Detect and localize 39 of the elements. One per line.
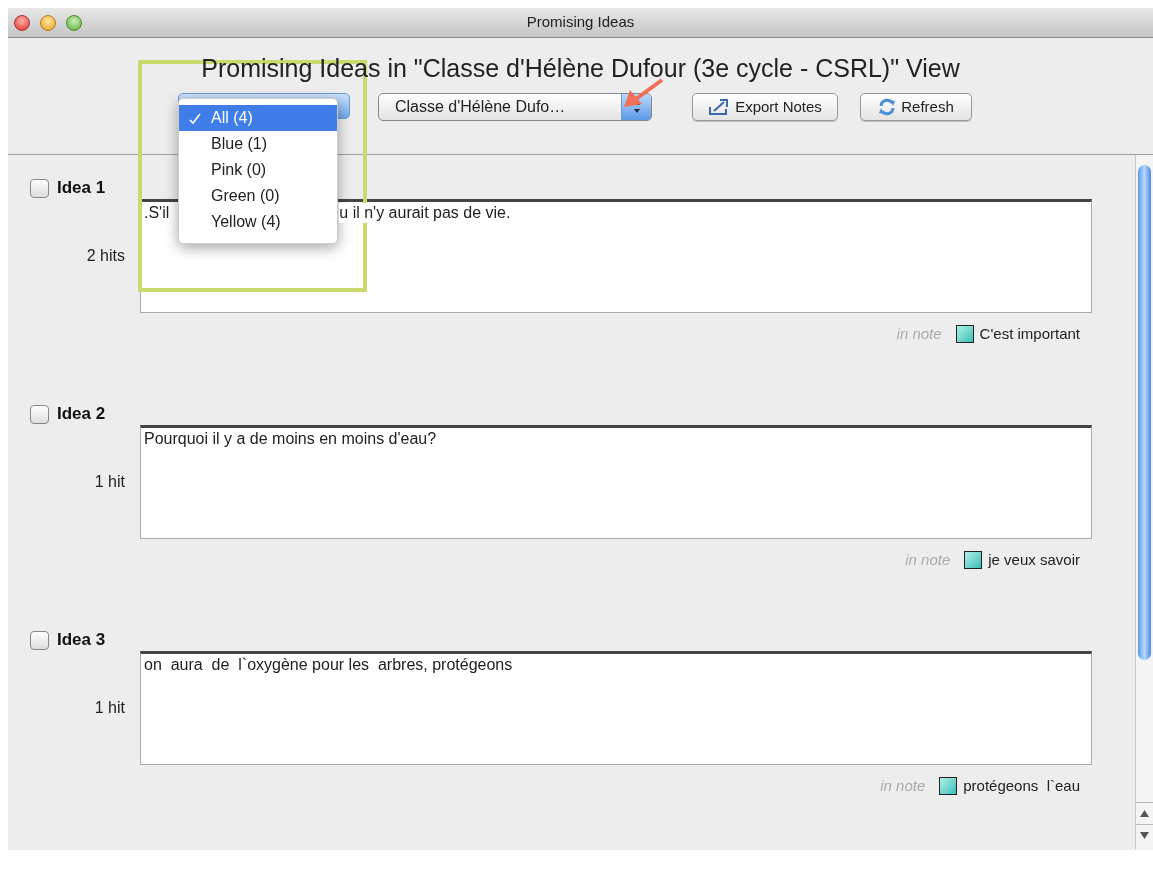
menu-item[interactable]: Pink (0) <box>179 157 337 183</box>
hit-count: 2 hits <box>86 246 125 266</box>
pointer-arrow <box>622 78 664 108</box>
zoom-button[interactable] <box>66 14 82 31</box>
source-label: in note <box>880 775 926 796</box>
menu-item[interactable]: Yellow (4) <box>179 209 337 235</box>
hit-count: 1 hit <box>94 698 125 718</box>
idea-title: Idea 3 <box>57 629 106 652</box>
view-dropdown[interactable]: Classe d'Hélène Dufo… <box>378 93 652 121</box>
idea-checkbox[interactable] <box>30 404 49 424</box>
minimize-button[interactable] <box>40 14 56 31</box>
close-button[interactable] <box>14 14 30 31</box>
note-icon <box>964 551 983 569</box>
window-title: Promising Ideas <box>526 12 635 33</box>
note-link[interactable]: je veux savoir <box>988 548 1080 572</box>
note-link[interactable]: protégeons l`eau <box>963 774 1080 798</box>
hit-count: 1 hit <box>94 472 125 492</box>
note-icon <box>939 777 958 795</box>
scrollbar-thumb[interactable] <box>1138 165 1151 660</box>
down-arrow-icon <box>1140 832 1149 839</box>
refresh-button[interactable]: Refresh <box>860 93 972 121</box>
source-label: in note <box>896 323 942 344</box>
note-icon <box>955 325 974 343</box>
idea-text-area[interactable]: Pourquoi il y a de moins en moins d'eau? <box>140 425 1092 539</box>
menu-item[interactable]: Blue (1) <box>179 131 337 157</box>
source-label: in note <box>905 549 951 570</box>
up-arrow-icon <box>1140 810 1149 817</box>
menu-item[interactable]: All (4) <box>179 105 337 131</box>
refresh-icon <box>878 98 897 116</box>
export-icon <box>708 98 731 116</box>
idea-title: Idea 1 <box>57 177 106 200</box>
idea-checkbox[interactable] <box>30 178 49 198</box>
checkmark-icon <box>189 112 201 125</box>
export-notes-button[interactable]: Export Notes <box>692 93 838 121</box>
note-link[interactable]: C'est important <box>979 322 1080 346</box>
idea-title: Idea 2 <box>57 403 106 426</box>
idea-checkbox[interactable] <box>30 630 49 650</box>
idea-text-area[interactable]: on aura de l`oxygène pour les arbres, protégeons <box>140 651 1092 765</box>
scrollbar[interactable] <box>1135 155 1153 850</box>
